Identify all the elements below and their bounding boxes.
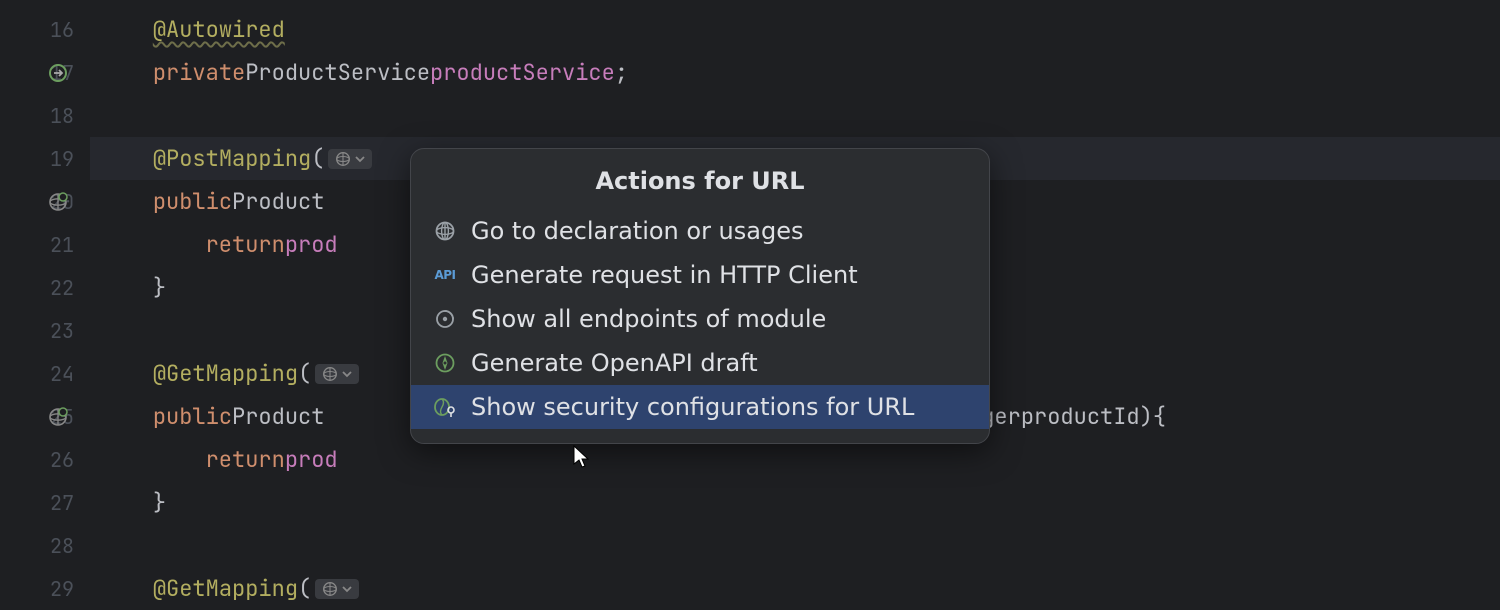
- code-line[interactable]: }: [90, 481, 1500, 524]
- override-icon[interactable]: [48, 63, 68, 83]
- action-show-endpoints[interactable]: Show all endpoints of module: [411, 297, 989, 341]
- popup-title: Actions for URL: [411, 149, 989, 209]
- url-hint[interactable]: [315, 364, 359, 384]
- compass-icon: [433, 351, 457, 375]
- code-line[interactable]: private ProductService productService;: [90, 51, 1500, 94]
- line-number: 28: [50, 533, 74, 559]
- annotation: @Autowired: [153, 15, 285, 44]
- action-label: Show security configurations for URL: [471, 393, 914, 421]
- line-number: 27: [50, 490, 74, 516]
- api-icon: API: [433, 263, 457, 287]
- action-label: Generate OpenAPI draft: [471, 349, 758, 377]
- action-go-to-declaration[interactable]: Go to declaration or usages: [411, 209, 989, 253]
- annotation: @GetMapping: [153, 359, 298, 388]
- globe-icon: [433, 219, 457, 243]
- line-number: 21: [50, 232, 74, 258]
- line-number: 29: [50, 576, 74, 602]
- action-generate-http-client[interactable]: API Generate request in HTTP Client: [411, 253, 989, 297]
- code-line[interactable]: [90, 94, 1500, 137]
- actions-popup: Actions for URL Go to declaration or usa…: [410, 148, 990, 444]
- action-label: Generate request in HTTP Client: [471, 261, 858, 289]
- action-generate-openapi[interactable]: Generate OpenAPI draft: [411, 341, 989, 385]
- line-number: 22: [50, 275, 74, 301]
- target-icon: [433, 307, 457, 331]
- action-label: Go to declaration or usages: [471, 217, 803, 245]
- annotation: @GetMapping: [153, 574, 298, 603]
- endpoint-icon[interactable]: [48, 192, 68, 212]
- action-show-security[interactable]: Show security configurations for URL: [411, 385, 989, 429]
- code-line[interactable]: return prod: [90, 438, 1500, 481]
- annotation: @PostMapping: [153, 144, 311, 173]
- code-line[interactable]: @Autowired: [90, 8, 1500, 51]
- gutter: 16 17 18 19 20 21 22 23 24 25 26 27 28 2…: [0, 0, 90, 600]
- code-line[interactable]: @GetMapping(: [90, 567, 1500, 610]
- url-hint[interactable]: [328, 149, 372, 169]
- line-number: 16: [50, 17, 74, 43]
- line-number: 24: [50, 361, 74, 387]
- endpoint-icon[interactable]: [48, 407, 68, 427]
- url-hint[interactable]: [315, 579, 359, 599]
- line-number: 23: [50, 318, 74, 344]
- action-label: Show all endpoints of module: [471, 305, 826, 333]
- line-number: 19: [50, 146, 74, 172]
- code-line[interactable]: [90, 524, 1500, 567]
- security-icon: [433, 395, 457, 419]
- line-number: 18: [50, 103, 74, 129]
- line-number: 26: [50, 447, 74, 473]
